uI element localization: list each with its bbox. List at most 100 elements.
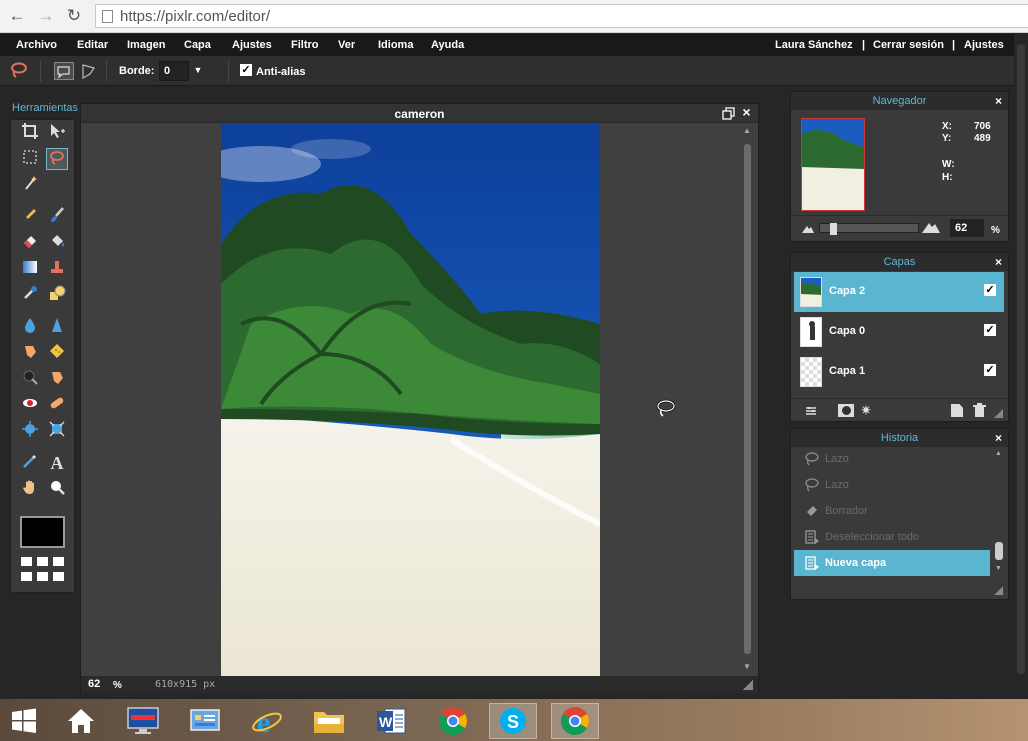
scroll-thumb[interactable]: [744, 144, 751, 654]
zoom-value[interactable]: 62: [88, 678, 100, 690]
canvas-image-beach[interactable]: [221, 124, 600, 676]
back-arrow-icon[interactable]: ←: [6, 5, 28, 27]
scroll-thumb[interactable]: [995, 542, 1003, 560]
menu-capa[interactable]: Capa: [184, 39, 211, 51]
menu-idioma[interactable]: Idioma: [378, 39, 413, 51]
menu-ayuda[interactable]: Ayuda: [431, 39, 464, 51]
zoom-slider[interactable]: [819, 223, 919, 235]
lasso-freehand-mode-icon[interactable]: [54, 62, 74, 80]
marquee-tool-icon[interactable]: [19, 148, 41, 170]
lasso-polygon-mode-icon[interactable]: [80, 62, 98, 80]
zoom-out-mountain-icon[interactable]: [802, 224, 814, 233]
lenovo-monitor-icon[interactable]: [119, 703, 167, 739]
navigator-preview[interactable]: [801, 118, 865, 211]
foreground-color-swatch[interactable]: [20, 516, 65, 548]
history-item-lazo[interactable]: Lazo: [794, 446, 990, 472]
document-vertical-scrollbar[interactable]: ▲ ▼: [740, 124, 754, 676]
logout-link[interactable]: Cerrar sesión: [873, 39, 944, 51]
home-icon[interactable]: [57, 703, 105, 739]
scroll-down-arrow-icon[interactable]: ▼: [995, 565, 1002, 572]
zoom-tool-icon[interactable]: [46, 478, 68, 500]
document-titlebar[interactable]: cameron ×: [81, 104, 758, 123]
move-tool-icon[interactable]: [46, 122, 68, 144]
panel-resize-grip-icon[interactable]: [994, 409, 1003, 418]
blur-tool-icon[interactable]: [19, 316, 41, 338]
microsoft-word-icon[interactable]: W: [367, 703, 415, 739]
layers-close-icon[interactable]: ×: [995, 255, 1002, 269]
layer-visibility-checkbox[interactable]: ✓: [984, 324, 996, 336]
google-chrome-icon[interactable]: [551, 703, 599, 739]
settings-link[interactable]: Ajustes: [964, 39, 1004, 51]
new-layer-icon[interactable]: [951, 404, 963, 417]
paint-bucket-tool-icon[interactable]: [46, 232, 68, 254]
type-tool-icon[interactable]: A: [46, 452, 68, 474]
border-input[interactable]: 0: [159, 61, 189, 81]
brush-tool-icon[interactable]: [46, 206, 68, 228]
control-panel-icon[interactable]: [181, 703, 229, 739]
panel-resize-grip-icon[interactable]: [994, 586, 1003, 595]
crop-tool-icon[interactable]: [19, 122, 41, 144]
history-item-deseleccionar-todo[interactable]: Deseleccionar todo: [794, 524, 990, 550]
hand-tool-icon[interactable]: [19, 478, 41, 500]
sponge-tool-icon[interactable]: [46, 342, 68, 364]
nav-zoom-input[interactable]: 62: [950, 219, 984, 237]
clone-stamp-tool-icon[interactable]: [46, 258, 68, 280]
antialias-checkbox[interactable]: ✓: [240, 64, 252, 76]
layer-row-capa-2[interactable]: Capa 2 ✓: [794, 272, 1004, 312]
navigator-close-icon[interactable]: ×: [995, 94, 1002, 108]
burn-tool-icon[interactable]: [19, 368, 41, 390]
layer-styles-icon[interactable]: ✷: [858, 402, 874, 418]
gradient-tool-icon[interactable]: [19, 258, 41, 280]
sharpen-tool-icon[interactable]: [46, 316, 68, 338]
scroll-up-arrow-icon[interactable]: ▲: [995, 450, 1002, 457]
spot-heal-tool-icon[interactable]: [46, 394, 68, 416]
skype-icon[interactable]: S: [489, 703, 537, 739]
address-bar[interactable]: https://pixlr.com/editor/: [95, 4, 1028, 28]
file-explorer-folder-icon[interactable]: [305, 703, 353, 739]
layer-visibility-checkbox[interactable]: ✓: [984, 364, 996, 376]
zoom-in-mountain-icon[interactable]: [922, 220, 940, 233]
close-window-icon[interactable]: ×: [740, 105, 753, 119]
page-scrollbar[interactable]: [1014, 34, 1028, 699]
history-item-borrador[interactable]: Borrador: [794, 498, 990, 524]
history-item-lazo[interactable]: Lazo: [794, 472, 990, 498]
color-replace-tool-icon[interactable]: [19, 284, 41, 306]
history-item-nueva-capa[interactable]: Nueva capa: [794, 550, 990, 576]
eraser-tool-icon[interactable]: [19, 232, 41, 254]
menu-ver[interactable]: Ver: [338, 39, 355, 51]
color-picker-tool-icon[interactable]: [19, 452, 41, 474]
google-chrome-icon[interactable]: [429, 703, 477, 739]
layer-settings-icon[interactable]: [805, 405, 817, 417]
dodge-tool-icon[interactable]: [46, 368, 68, 390]
delete-layer-trash-icon[interactable]: [973, 403, 986, 418]
windows-start-icon[interactable]: [0, 703, 48, 739]
forward-arrow-icon[interactable]: →: [35, 5, 57, 27]
history-scrollbar[interactable]: ▲ ▼: [992, 448, 1006, 576]
layer-visibility-checkbox[interactable]: ✓: [984, 284, 996, 296]
scroll-up-arrow-icon[interactable]: ▲: [742, 126, 752, 136]
layer-row-capa-0[interactable]: Capa 0 ✓: [794, 312, 1004, 352]
menu-archivo[interactable]: Archivo: [16, 39, 57, 51]
internet-explorer-icon[interactable]: e: [243, 703, 291, 739]
scroll-down-arrow-icon[interactable]: ▼: [742, 662, 752, 672]
history-close-icon[interactable]: ×: [995, 431, 1002, 445]
drawing-tool-icon[interactable]: [46, 284, 68, 306]
red-eye-tool-icon[interactable]: [19, 394, 41, 416]
reload-icon[interactable]: ↻: [63, 5, 85, 27]
pencil-tool-icon[interactable]: [19, 206, 41, 228]
border-dropdown-arrow-icon[interactable]: ▼: [192, 63, 204, 77]
menu-editar[interactable]: Editar: [77, 39, 108, 51]
pinch-tool-icon[interactable]: [46, 420, 68, 442]
bloat-tool-icon[interactable]: [19, 420, 41, 442]
user-name-link[interactable]: Laura Sánchez: [775, 39, 853, 51]
lasso-tool-icon[interactable]: [46, 148, 68, 170]
menu-imagen[interactable]: Imagen: [127, 39, 166, 51]
menu-ajustes[interactable]: Ajustes: [232, 39, 272, 51]
restore-window-icon[interactable]: [722, 107, 735, 120]
zoom-slider-thumb[interactable]: [830, 223, 837, 235]
resize-grip-icon[interactable]: [743, 680, 753, 690]
layer-row-capa-1[interactable]: Capa 1 ✓: [794, 352, 1004, 392]
menu-filtro[interactable]: Filtro: [291, 39, 319, 51]
magic-wand-tool-icon[interactable]: [19, 174, 41, 196]
layer-mask-icon[interactable]: [838, 404, 854, 417]
